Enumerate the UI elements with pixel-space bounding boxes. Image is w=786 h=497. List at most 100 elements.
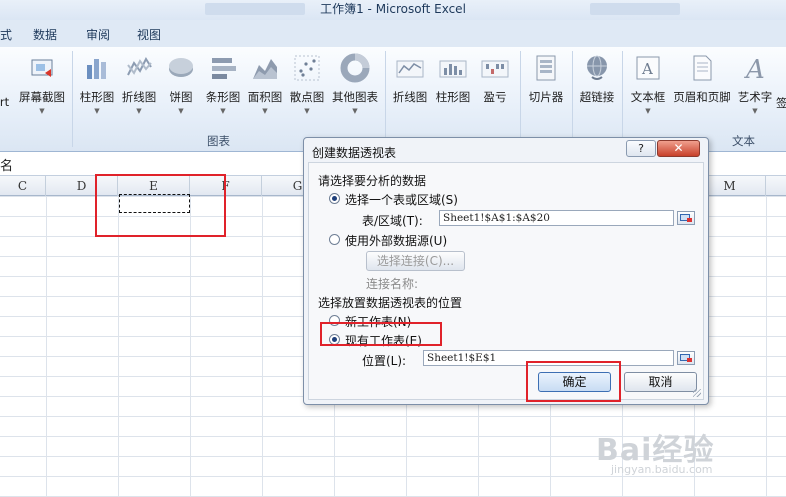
hyperlink-button[interactable]: 超链接 — [577, 53, 617, 105]
range-picker-icon[interactable] — [677, 211, 695, 225]
sparkline-column-label: 柱形图 — [435, 90, 471, 104]
chevron-down-icon: ▼ — [94, 107, 100, 115]
text-group-label: 文本 — [732, 134, 755, 148]
line-chart-label: 折线图 — [121, 90, 157, 104]
highlight-box-cell-e1 — [95, 174, 226, 237]
chevron-down-icon: ▼ — [352, 107, 358, 115]
svg-text:A: A — [641, 60, 653, 78]
chevron-down-icon: ▼ — [39, 107, 45, 115]
column-chart-button[interactable]: 柱形图 ▼ — [78, 53, 116, 115]
placement-section-label: 选择放置数据透视表的位置 — [318, 296, 463, 310]
screenshot-button[interactable]: 屏幕截图 ▼ — [17, 53, 67, 115]
chevron-down-icon: ▼ — [645, 107, 651, 115]
name-box[interactable]: 名 — [0, 155, 13, 174]
pie-chart-icon — [166, 53, 196, 83]
ribbon-separator — [520, 51, 521, 147]
chevron-down-icon: ▼ — [262, 107, 268, 115]
bar-chart-label: 条形图 — [205, 90, 241, 104]
wordart-label: 艺术字 — [737, 90, 773, 104]
sparkline-winloss-label: 盈亏 — [483, 90, 507, 104]
resize-grip-icon[interactable] — [693, 389, 701, 397]
doughnut-chart-icon — [340, 53, 370, 83]
column-header-c[interactable]: C — [0, 176, 46, 196]
cancel-button[interactable]: 取消 — [624, 372, 697, 392]
table-range-label: 表/区域(T): — [362, 214, 423, 228]
hyperlink-globe-icon — [582, 53, 612, 83]
highlight-box-existing-worksheet — [320, 322, 442, 346]
sparkline-winloss-button[interactable]: 盈亏 — [478, 53, 512, 105]
textbox-label: 文本框 — [630, 90, 666, 104]
other-charts-label: 其他图表 — [332, 90, 378, 104]
sparkline-column-icon — [438, 53, 468, 83]
wordart-button[interactable]: A 艺术字 ▼ — [736, 53, 774, 115]
chevron-down-icon: ▼ — [304, 107, 310, 115]
art-label: Art — [0, 95, 10, 109]
header-footer-button[interactable]: 页眉和页脚 — [671, 53, 733, 105]
tab-data[interactable]: 数据 — [33, 26, 57, 43]
radio-external-source-label: 使用外部数据源(U) — [345, 234, 448, 248]
pie-chart-label: 饼图 — [169, 90, 193, 104]
other-charts-button[interactable]: 其他图表 ▼ — [330, 53, 380, 115]
slicer-icon — [531, 53, 561, 83]
sparkline-column-button[interactable]: 柱形图 — [434, 53, 472, 105]
choose-connection-button[interactable]: 选择连接(C)... — [366, 251, 465, 271]
hyperlink-label: 超链接 — [579, 90, 615, 104]
blurred-quick-access — [205, 3, 305, 15]
radio-external-source[interactable]: 使用外部数据源(U) — [329, 232, 479, 248]
tab-review[interactable]: 审阅 — [86, 26, 110, 43]
location-label: 位置(L): — [362, 354, 407, 368]
blurred-title-region — [590, 3, 680, 15]
ribbon-tab-bar: 式 数据 审阅 视图 — [0, 20, 786, 47]
signature-label: 签 — [776, 96, 786, 110]
header-footer-icon — [687, 53, 717, 83]
help-icon: ? — [638, 142, 644, 155]
close-icon: ✕ — [673, 141, 684, 155]
close-button[interactable]: ✕ — [657, 140, 700, 157]
radio-select-range-indicator[interactable] — [329, 193, 340, 204]
screenshot-label: 屏幕截图 — [19, 90, 65, 104]
column-chart-label: 柱形图 — [79, 90, 115, 104]
window-title: 工作簿1 - Microsoft Excel — [320, 2, 466, 16]
bar-chart-button[interactable]: 条形图 ▼ — [204, 53, 242, 115]
sparkline-line-icon — [395, 53, 425, 83]
area-chart-button[interactable]: 面积图 ▼ — [246, 53, 284, 115]
art-button-partial[interactable]: Art — [0, 95, 9, 109]
table-range-input[interactable]: Sheet1!$A$1:$A$20 — [439, 210, 674, 226]
location-picker-icon[interactable] — [677, 351, 695, 365]
radio-select-range[interactable]: 选择一个表或区域(S) — [329, 191, 479, 207]
tab-insert-partial[interactable]: 式 — [0, 26, 12, 43]
baidu-jingyan-watermark: Bai经验 jingyan.baidu.com — [596, 425, 714, 476]
screenshot-icon — [27, 53, 57, 83]
slicer-button[interactable]: 切片器 — [526, 53, 566, 105]
title-bar: 工作簿1 - Microsoft Excel — [0, 0, 786, 20]
radio-external-source-indicator[interactable] — [329, 234, 340, 245]
area-chart-icon — [250, 53, 280, 83]
slicer-label: 切片器 — [528, 90, 564, 104]
textbox-icon: A — [633, 53, 663, 83]
ribbon-separator — [622, 51, 623, 147]
chevron-down-icon: ▼ — [220, 107, 226, 115]
ribbon-separator — [385, 51, 386, 147]
header-footer-label: 页眉和页脚 — [673, 90, 731, 104]
textbox-button[interactable]: A 文本框 ▼ — [628, 53, 668, 115]
highlight-box-ok-button — [526, 361, 621, 402]
svg-text:A: A — [744, 55, 765, 83]
sparkline-line-label: 折线图 — [392, 90, 428, 104]
pie-chart-button[interactable]: 饼图 ▼ — [164, 53, 198, 115]
help-button[interactable]: ? — [626, 140, 656, 157]
connection-name-label: 连接名称: — [366, 277, 419, 291]
scatter-chart-button[interactable]: 散点图 ▼ — [288, 53, 326, 115]
sparkline-line-button[interactable]: 折线图 — [391, 53, 429, 105]
line-chart-button[interactable]: 折线图 ▼ — [120, 53, 158, 115]
chevron-down-icon: ▼ — [136, 107, 142, 115]
dialog-title: 创建数据透视表 — [312, 146, 397, 160]
area-chart-label: 面积图 — [247, 90, 283, 104]
scatter-chart-icon — [292, 53, 322, 83]
sparkline-winloss-icon — [480, 53, 510, 83]
dialog-body: 请选择要分析的数据 选择一个表或区域(S) 表/区域(T): Sheet1!$A… — [308, 162, 704, 400]
scatter-chart-label: 散点图 — [289, 90, 325, 104]
bar-chart-icon — [208, 53, 238, 83]
tab-view[interactable]: 视图 — [137, 26, 161, 43]
signature-button-partial[interactable]: 签 — [776, 95, 786, 111]
chevron-down-icon: ▼ — [752, 107, 758, 115]
